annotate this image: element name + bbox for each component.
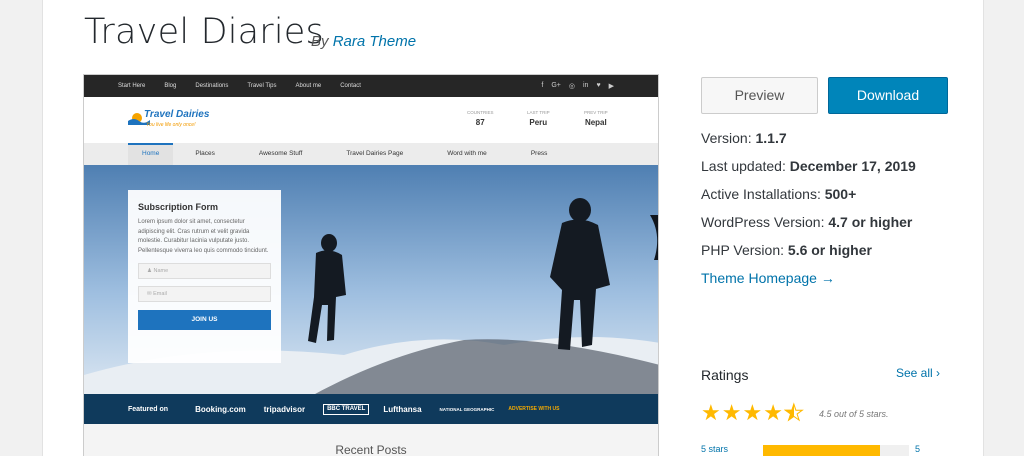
featured-logo-bbc: BBC TRAVEL bbox=[323, 403, 370, 415]
featured-logo-tripadvisor: tripadvisor bbox=[263, 404, 306, 414]
preview-social-icons: f G+ ◎ in ♥ ▶ bbox=[541, 82, 658, 90]
preview-stat-prev-trip: PREV TRIP Nepal bbox=[584, 110, 608, 127]
rating-bar-count[interactable]: 5 bbox=[915, 444, 920, 454]
meta-value: 1.1.7 bbox=[755, 130, 787, 146]
youtube-icon: ▶ bbox=[608, 83, 614, 90]
stat-value: Nepal bbox=[584, 118, 607, 127]
preview-topnav-item: Travel Tips bbox=[247, 83, 277, 89]
rating-stars: ★ ★ ★ ★ ★ bbox=[701, 400, 804, 425]
preview-nav-item: Home bbox=[128, 143, 174, 165]
star-full-icon: ★ bbox=[763, 400, 783, 425]
preview-subscription-form: Subscription Form Lorem ipsum dolor sit … bbox=[128, 190, 281, 363]
theme-page: Travel Diaries By Rara Theme Start Here … bbox=[42, 0, 984, 456]
facebook-icon: f bbox=[541, 82, 544, 89]
preview-recent-posts: Recent Posts bbox=[84, 424, 658, 456]
star-full-icon: ★ bbox=[701, 400, 721, 425]
featured-advertise: ADVERTISE WITH US bbox=[508, 406, 560, 412]
star-half-icon: ★ bbox=[783, 400, 804, 425]
meta-value: 5.6 or higher bbox=[787, 242, 872, 258]
meta-value: 4.7 or higher bbox=[828, 214, 913, 230]
linkedin-icon: in bbox=[583, 82, 589, 89]
name-placeholder: Name bbox=[153, 268, 169, 274]
preview-topnav-item: Contact bbox=[340, 83, 361, 89]
preview-featured-bar: Featured on Booking.com tripadvisor BBC … bbox=[84, 394, 658, 424]
preview-nav-item: Places bbox=[195, 150, 215, 157]
theme-homepage-link[interactable]: Theme Homepage → bbox=[701, 270, 835, 286]
preview-header: Travel Dairies You live life only once! … bbox=[84, 97, 658, 143]
preview-logo-tagline: You live life only once! bbox=[146, 122, 196, 128]
meta-label: Active Installations: bbox=[701, 186, 821, 202]
preview-topnav-item: Blog bbox=[164, 83, 177, 89]
form-text: Lorem ipsum dolor sit amet, consectetur … bbox=[138, 219, 269, 254]
byline-prefix: By bbox=[311, 33, 329, 50]
preview-nav-item: Travel Dairies Page bbox=[346, 150, 404, 157]
meta-php-version: PHP Version: 5.6 or higher bbox=[701, 242, 872, 258]
meta-value: 500+ bbox=[824, 186, 857, 202]
meta-label: PHP Version: bbox=[701, 242, 785, 258]
preview-name-field: ♟ Name bbox=[138, 263, 271, 279]
rating-bar-fill bbox=[763, 445, 880, 456]
preview-logo-name: Travel Dairies bbox=[144, 109, 210, 120]
preview-topnav-item: Destinations bbox=[195, 83, 229, 89]
theme-screenshot: Start Here Blog Destinations Travel Tips… bbox=[83, 74, 659, 456]
preview-join-button: JOIN US bbox=[138, 310, 271, 330]
email-placeholder: Email bbox=[153, 291, 167, 297]
theme-title: Travel Diaries bbox=[84, 12, 324, 52]
preview-button[interactable]: Preview bbox=[701, 77, 818, 114]
meta-label: Last updated: bbox=[701, 158, 786, 174]
author-link[interactable]: Rara Theme bbox=[333, 33, 416, 50]
meta-version: Version: 1.1.7 bbox=[701, 130, 787, 146]
featured-logo-booking: Booking.com bbox=[195, 404, 246, 414]
stat-label: PREV TRIP bbox=[584, 110, 608, 115]
preview-nav: Home Places Awesome Stuff Travel Dairies… bbox=[84, 143, 658, 165]
rating-bar-track bbox=[763, 445, 909, 456]
stat-value: 87 bbox=[475, 118, 485, 127]
preview-nav-item: Press bbox=[530, 150, 548, 157]
rating-score-text: 4.5 out of 5 stars. bbox=[819, 409, 889, 419]
stat-value: Peru bbox=[529, 118, 548, 127]
meta-active-installs: Active Installations: 500+ bbox=[701, 186, 856, 202]
ratings-heading: Ratings bbox=[701, 367, 749, 383]
preview-email-field: ✉ Email bbox=[138, 286, 271, 302]
meta-label: WordPress Version: bbox=[701, 214, 825, 230]
rating-bar-5-stars[interactable]: 5 stars 5 bbox=[701, 444, 951, 456]
preview-nav-item: Awesome Stuff bbox=[258, 150, 303, 157]
google-plus-icon: G+ bbox=[551, 82, 561, 89]
preview-nav-item: Word with me bbox=[447, 150, 487, 157]
stat-label: COUNTRIES bbox=[467, 110, 494, 115]
stat-label: LAST TRIP bbox=[527, 110, 550, 115]
instagram-icon: ◎ bbox=[568, 83, 575, 90]
star-full-icon: ★ bbox=[721, 400, 742, 425]
preview-topnav-item: Start Here bbox=[118, 83, 146, 89]
download-button[interactable]: Download bbox=[828, 77, 948, 114]
meta-last-updated: Last updated: December 17, 2019 bbox=[701, 158, 916, 174]
see-all-ratings-link[interactable]: See all › bbox=[896, 366, 940, 380]
theme-byline: By Rara Theme bbox=[311, 33, 416, 50]
form-title: Subscription Form bbox=[138, 202, 219, 212]
preview-stat-countries: COUNTRIES 87 bbox=[467, 110, 494, 127]
meta-value: December 17, 2019 bbox=[789, 158, 916, 174]
preview-topbar: Start Here Blog Destinations Travel Tips… bbox=[84, 75, 658, 97]
meta-label: Version: bbox=[701, 130, 752, 146]
preview-hero-image: Subscription Form Lorem ipsum dolor sit … bbox=[84, 165, 658, 400]
twitter-icon: ♥ bbox=[596, 82, 601, 89]
featured-logo-lufthansa: Lufthansa bbox=[383, 404, 422, 414]
meta-wp-version: WordPress Version: 4.7 or higher bbox=[701, 214, 912, 230]
featured-logo-natgeo: NATIONAL GEOGRAPHIC bbox=[439, 406, 495, 412]
featured-on-label: Featured on bbox=[128, 405, 169, 413]
preview-stat-last-trip: LAST TRIP Peru bbox=[527, 110, 550, 127]
star-full-icon: ★ bbox=[742, 400, 763, 425]
preview-topnav-item: About me bbox=[295, 83, 322, 89]
rating-bar-label[interactable]: 5 stars bbox=[701, 444, 728, 454]
